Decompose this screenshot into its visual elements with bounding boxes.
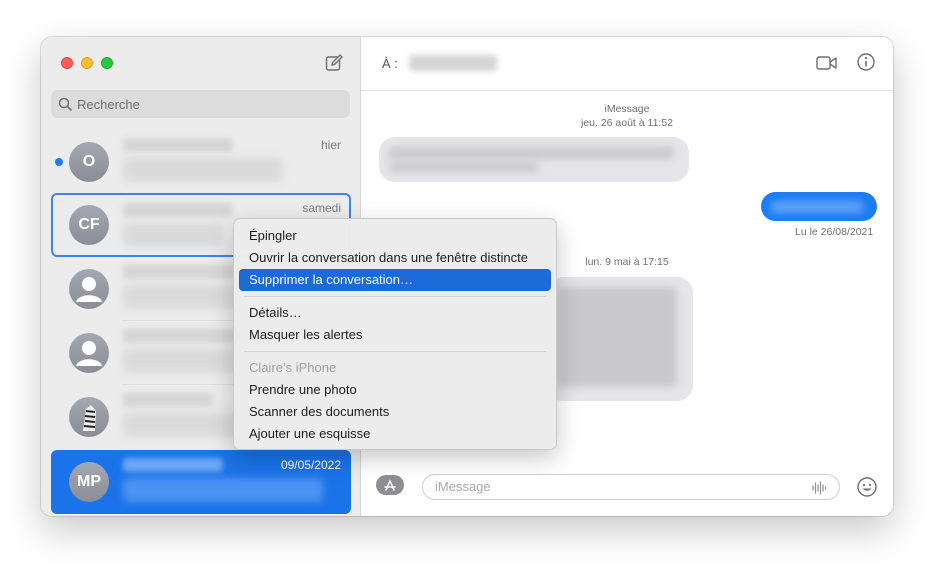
- avatar: [69, 269, 109, 309]
- close-window-button[interactable]: [61, 57, 73, 69]
- message-input[interactable]: [435, 479, 795, 494]
- read-receipt: Lu le 26/08/2021: [795, 226, 874, 238]
- conversation-time: samedi: [302, 201, 341, 215]
- audio-message-icon[interactable]: [811, 480, 827, 496]
- conversation-time: 09/05/2022: [280, 458, 341, 472]
- context-menu: Épingler Ouvrir la conversation dans une…: [233, 218, 557, 450]
- conversation-item[interactable]: O hier: [51, 130, 351, 194]
- avatar-photo: [69, 397, 109, 437]
- avatar: [69, 333, 109, 373]
- search-input[interactable]: [77, 96, 337, 112]
- recipient-redacted: [409, 55, 497, 71]
- minimize-window-button[interactable]: [81, 57, 93, 69]
- outgoing-message-bubble: [761, 192, 877, 221]
- menu-item-take-photo[interactable]: Prendre une photo: [239, 379, 551, 401]
- unread-dot: [55, 158, 63, 166]
- search-box[interactable]: [51, 90, 350, 118]
- contact-name-redacted: [123, 138, 233, 152]
- menu-section-device: Claire’s iPhone: [249, 360, 337, 375]
- person-icon: [76, 341, 102, 366]
- menu-item-details[interactable]: Détails…: [239, 302, 551, 324]
- menu-item-delete-conversation[interactable]: Supprimer la conversation…: [239, 269, 551, 291]
- incoming-message-bubble: [379, 137, 689, 182]
- search-icon: [58, 97, 72, 111]
- video-call-icon[interactable]: [816, 54, 838, 72]
- conversation-time: hier: [320, 138, 341, 152]
- contact-name-redacted: [123, 329, 243, 343]
- person-icon: [76, 277, 102, 302]
- zoom-window-button[interactable]: [101, 57, 113, 69]
- service-label: iMessage: [604, 103, 650, 115]
- timestamp: jeu. 26 août à 11:52: [580, 117, 674, 129]
- message-preview-redacted: [123, 478, 323, 502]
- contact-name-redacted: [123, 265, 243, 279]
- avatar: MP: [69, 462, 109, 502]
- menu-separator: [244, 351, 546, 352]
- app-store-apps-button[interactable]: [376, 475, 404, 495]
- app-store-icon: [384, 479, 396, 491]
- avatar-initials: O: [82, 153, 96, 170]
- avatar-initials: CF: [78, 216, 100, 233]
- composer: [361, 467, 893, 516]
- menu-item-hide-alerts[interactable]: Masquer les alertes: [239, 324, 551, 346]
- menu-separator: [244, 296, 546, 297]
- contact-name-redacted: [123, 393, 213, 407]
- menu-item-scan-documents[interactable]: Scanner des documents: [239, 401, 551, 423]
- emoji-icon[interactable]: [856, 476, 878, 498]
- avatar: CF: [69, 205, 109, 245]
- contact-name-redacted: [123, 458, 223, 472]
- conversation-header: À :: [361, 37, 893, 91]
- zebra-photo-icon: [83, 405, 96, 431]
- recipient-label: À :: [382, 56, 398, 71]
- window-controls: [61, 57, 113, 69]
- incoming-message-bubble: [547, 277, 693, 401]
- menu-item-open-in-window[interactable]: Ouvrir la conversation dans une fenêtre …: [239, 247, 551, 269]
- info-icon[interactable]: [856, 52, 876, 72]
- menu-item-pin[interactable]: Épingler: [239, 225, 551, 247]
- message-field[interactable]: [422, 474, 840, 500]
- message-preview-redacted: [123, 158, 283, 182]
- avatar: O: [69, 142, 109, 182]
- conversation-item-selected[interactable]: MP 09/05/2022: [51, 450, 351, 514]
- compose-icon[interactable]: [324, 53, 344, 73]
- message-preview-redacted: [123, 223, 223, 247]
- menu-item-add-sketch[interactable]: Ajouter une esquisse: [239, 423, 551, 445]
- contact-name-redacted: [123, 203, 233, 217]
- avatar-initials: MP: [77, 473, 101, 490]
